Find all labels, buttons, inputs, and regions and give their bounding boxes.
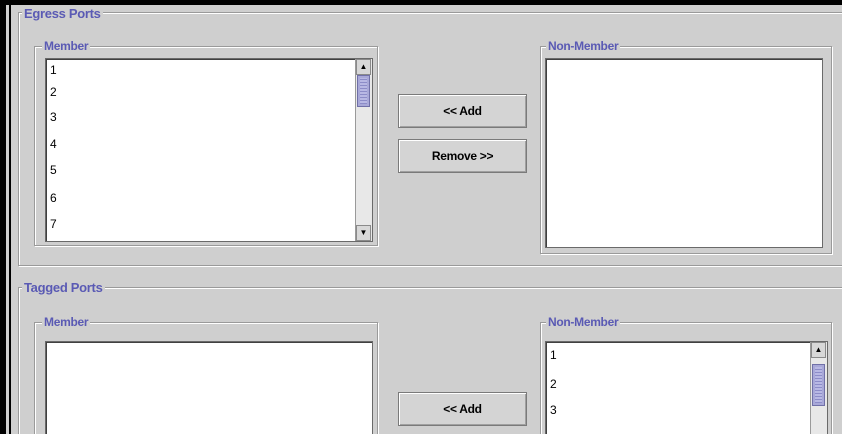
list-item[interactable]: 2 bbox=[50, 85, 57, 99]
arrow-up-icon[interactable]: ▲ bbox=[811, 342, 826, 358]
egress-non-member-list[interactable] bbox=[545, 58, 823, 248]
egress-member-scrollbar[interactable]: ▲ ▼ bbox=[355, 59, 372, 241]
tagged-non-member-label: Non-Member bbox=[546, 315, 621, 329]
thumb-grip bbox=[815, 367, 822, 403]
scrollbar-thumb[interactable] bbox=[812, 364, 825, 406]
list-item[interactable]: 7 bbox=[50, 217, 57, 231]
window-border-left bbox=[0, 0, 6, 434]
egress-add-button[interactable]: << Add bbox=[398, 94, 527, 128]
egress-remove-button[interactable]: Remove >> bbox=[398, 139, 527, 173]
thumb-grip bbox=[360, 78, 367, 104]
list-item[interactable]: 5 bbox=[50, 163, 57, 177]
tagged-member-list[interactable] bbox=[45, 341, 373, 434]
arrow-down-icon[interactable]: ▼ bbox=[356, 225, 371, 241]
list-item[interactable]: 1 bbox=[50, 63, 57, 77]
tagged-non-member-list[interactable]: 1 2 3 ▲ bbox=[545, 341, 828, 434]
tagged-add-button[interactable]: << Add bbox=[398, 392, 527, 426]
list-item[interactable]: 3 bbox=[550, 403, 557, 417]
tagged-member-label: Member bbox=[42, 315, 91, 329]
list-item[interactable]: 6 bbox=[50, 191, 57, 205]
egress-member-label: Member bbox=[42, 39, 91, 53]
vlan-port-window: Egress Ports Member 1 2 3 4 5 6 7 ▲ ▼ <<… bbox=[0, 0, 842, 434]
window-border-inner bbox=[9, 0, 11, 434]
egress-member-list[interactable]: 1 2 3 4 5 6 7 ▲ ▼ bbox=[45, 58, 373, 242]
tagged-non-member-scrollbar[interactable]: ▲ bbox=[810, 342, 827, 434]
egress-non-member-label: Non-Member bbox=[546, 39, 621, 53]
arrow-up-icon[interactable]: ▲ bbox=[356, 59, 371, 75]
list-item[interactable]: 4 bbox=[50, 137, 57, 151]
list-item[interactable]: 1 bbox=[550, 348, 557, 362]
list-item[interactable]: 2 bbox=[550, 377, 557, 391]
egress-ports-title: Egress Ports bbox=[22, 6, 103, 21]
list-item[interactable]: 3 bbox=[50, 110, 57, 124]
window-border-top bbox=[0, 0, 842, 5]
tagged-ports-title: Tagged Ports bbox=[22, 280, 105, 295]
scrollbar-thumb[interactable] bbox=[357, 75, 370, 107]
